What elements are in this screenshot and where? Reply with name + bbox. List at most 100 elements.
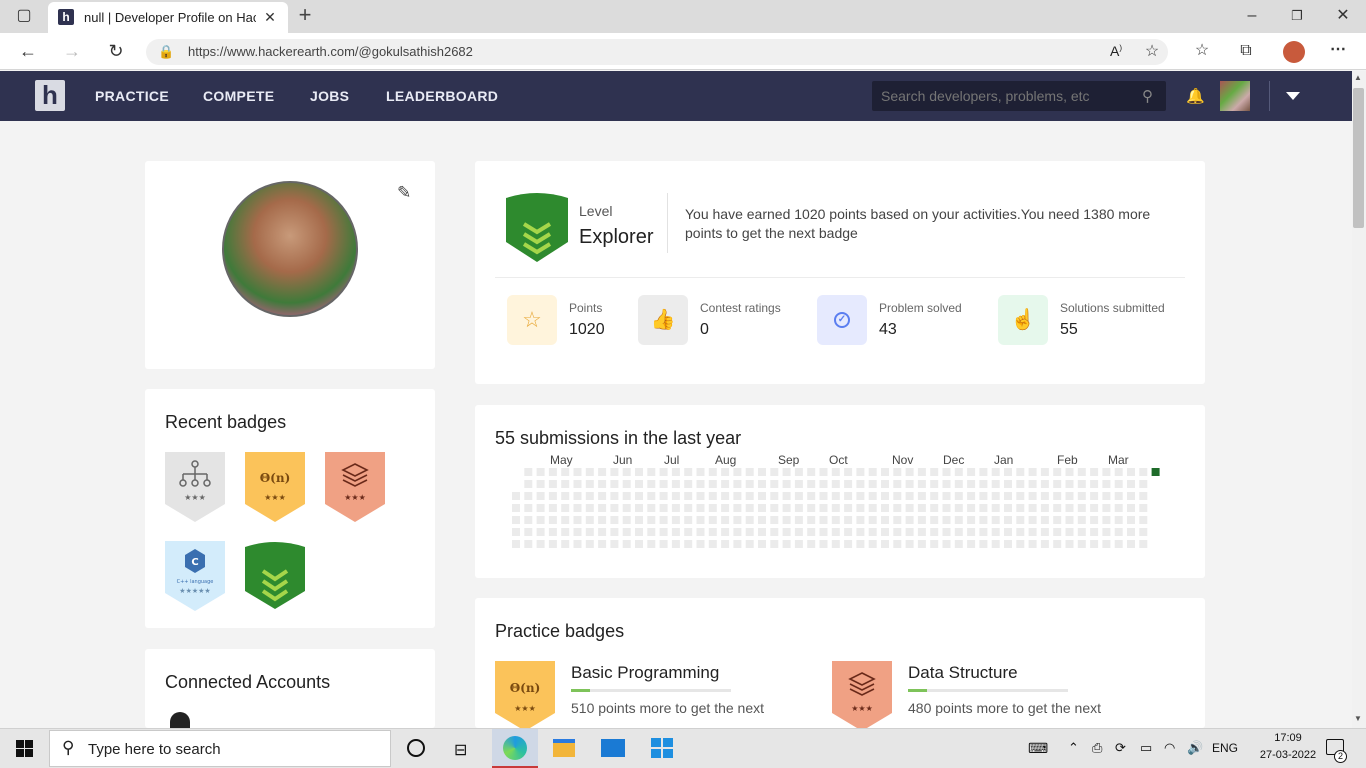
- heatmap-cell[interactable]: [794, 492, 803, 500]
- heatmap-cell[interactable]: [1004, 480, 1012, 488]
- heatmap-cell[interactable]: [991, 504, 1000, 512]
- scroll-up-icon[interactable]: ▲: [1354, 73, 1362, 82]
- heatmap-cell[interactable]: [561, 504, 570, 512]
- heatmap-cell[interactable]: [1040, 516, 1049, 524]
- heatmap-cell[interactable]: [868, 492, 877, 500]
- heatmap-cell[interactable]: [1114, 468, 1123, 476]
- heatmap-cell[interactable]: [782, 492, 791, 500]
- heatmap-cell[interactable]: [721, 504, 730, 512]
- heatmap-cell[interactable]: [733, 504, 742, 512]
- heatmap-cell[interactable]: [708, 540, 717, 548]
- heatmap-cell[interactable]: [905, 516, 914, 524]
- clock-date[interactable]: 27-03-2022: [1256, 749, 1320, 761]
- heatmap-cell[interactable]: [1127, 540, 1135, 548]
- user-avatar[interactable]: [1220, 81, 1250, 111]
- heatmap-cell[interactable]: [598, 540, 607, 548]
- heatmap-cell[interactable]: [721, 468, 730, 476]
- heatmap-cell[interactable]: [1040, 468, 1049, 476]
- heatmap-cell[interactable]: [1127, 528, 1135, 536]
- heatmap-cell[interactable]: [905, 492, 914, 500]
- language-indicator[interactable]: ENG: [1212, 741, 1238, 755]
- heatmap-cell[interactable]: [721, 540, 730, 548]
- heatmap-cell[interactable]: [1004, 468, 1012, 476]
- edit-pencil-icon[interactable]: ✎: [397, 183, 411, 203]
- heatmap-cell[interactable]: [536, 540, 545, 548]
- heatmap-cell[interactable]: [770, 492, 779, 500]
- heatmap-cell[interactable]: [954, 492, 963, 500]
- heatmap-cell[interactable]: [1139, 492, 1148, 500]
- heatmap-cell[interactable]: [1053, 540, 1062, 548]
- heatmap-cell[interactable]: [548, 492, 557, 500]
- refresh-icon[interactable]: ↻: [106, 41, 126, 61]
- heatmap-cell[interactable]: [696, 492, 705, 500]
- heatmap-cell[interactable]: [881, 480, 889, 488]
- heatmap-cell[interactable]: [696, 540, 705, 548]
- heatmap-cell[interactable]: [598, 504, 607, 512]
- heatmap-cell[interactable]: [930, 480, 939, 488]
- profile-avatar[interactable]: [1283, 41, 1305, 63]
- heatmap-cell[interactable]: [610, 540, 619, 548]
- heatmap-cell[interactable]: [758, 516, 766, 524]
- heatmap-cell[interactable]: [659, 540, 668, 548]
- heatmap-cell[interactable]: [819, 504, 828, 512]
- heatmap-cell[interactable]: [1102, 480, 1111, 488]
- heatmap-cell[interactable]: [524, 468, 533, 476]
- heatmap-cell[interactable]: [548, 504, 557, 512]
- heatmap-cell[interactable]: [561, 480, 570, 488]
- heatmap-cell[interactable]: [905, 504, 914, 512]
- heatmap-cell[interactable]: [671, 468, 680, 476]
- heatmap-cell[interactable]: [1040, 480, 1049, 488]
- heatmap-cell[interactable]: [1102, 468, 1111, 476]
- heatmap-cell[interactable]: [942, 540, 951, 548]
- heatmap-cell[interactable]: [991, 516, 1000, 524]
- heatmap-cell[interactable]: [844, 528, 853, 536]
- heatmap-cell[interactable]: [893, 528, 902, 536]
- heatmap-cell[interactable]: [1016, 516, 1025, 524]
- heatmap-cell[interactable]: [782, 528, 791, 536]
- heatmap-cell[interactable]: [979, 504, 988, 512]
- heatmap-cell[interactable]: [733, 528, 742, 536]
- heatmap-cell[interactable]: [979, 480, 988, 488]
- heatmap-cell[interactable]: [745, 516, 754, 524]
- heatmap-cell[interactable]: [696, 504, 705, 512]
- heatmap-cell[interactable]: [585, 540, 594, 548]
- heatmap-cell[interactable]: [942, 468, 951, 476]
- heatmap-cell[interactable]: [733, 516, 742, 524]
- heatmap-cell[interactable]: [954, 528, 963, 536]
- scroll-down-icon[interactable]: ▼: [1354, 714, 1362, 723]
- heatmap-cell[interactable]: [794, 480, 803, 488]
- heatmap-cell[interactable]: [585, 504, 594, 512]
- heatmap-cell[interactable]: [807, 540, 816, 548]
- heatmap-cell[interactable]: [979, 492, 988, 500]
- heatmap-cell[interactable]: [1127, 468, 1135, 476]
- heatmap-cell[interactable]: [524, 480, 533, 488]
- heatmap-cell[interactable]: [610, 504, 619, 512]
- heatmap-cell[interactable]: [991, 528, 1000, 536]
- browser-tab[interactable]: h null | Developer Profile on Hacke ✕: [48, 2, 288, 33]
- heatmap-cell[interactable]: [512, 492, 520, 500]
- heatmap-cell[interactable]: [745, 492, 754, 500]
- heatmap-cell[interactable]: [917, 480, 926, 488]
- heatmap-cell[interactable]: [758, 468, 766, 476]
- heatmap-cell[interactable]: [1114, 492, 1123, 500]
- heatmap-cell[interactable]: [1090, 516, 1099, 524]
- heatmap-cell[interactable]: [942, 504, 951, 512]
- heatmap-cell[interactable]: [881, 468, 889, 476]
- heatmap-cell[interactable]: [807, 492, 816, 500]
- collections-icon[interactable]: ⧉: [1236, 41, 1256, 61]
- heatmap-cell[interactable]: [1077, 540, 1086, 548]
- heatmap-cell[interactable]: [1040, 528, 1049, 536]
- heatmap-cell[interactable]: [819, 528, 828, 536]
- heatmap-cell[interactable]: [991, 480, 1000, 488]
- heatmap-cell[interactable]: [819, 540, 828, 548]
- heatmap-cell[interactable]: [573, 468, 582, 476]
- heatmap-cell[interactable]: [708, 504, 717, 512]
- new-tab-icon[interactable]: +: [294, 4, 316, 26]
- heatmap-cell[interactable]: [782, 480, 791, 488]
- heatmap-cell[interactable]: [905, 540, 914, 548]
- heatmap-cell[interactable]: [819, 480, 828, 488]
- file-explorer-icon[interactable]: [553, 739, 575, 757]
- heatmap-cell[interactable]: [536, 528, 545, 536]
- heatmap-cell[interactable]: [1139, 528, 1148, 536]
- heatmap-cell[interactable]: [684, 480, 693, 488]
